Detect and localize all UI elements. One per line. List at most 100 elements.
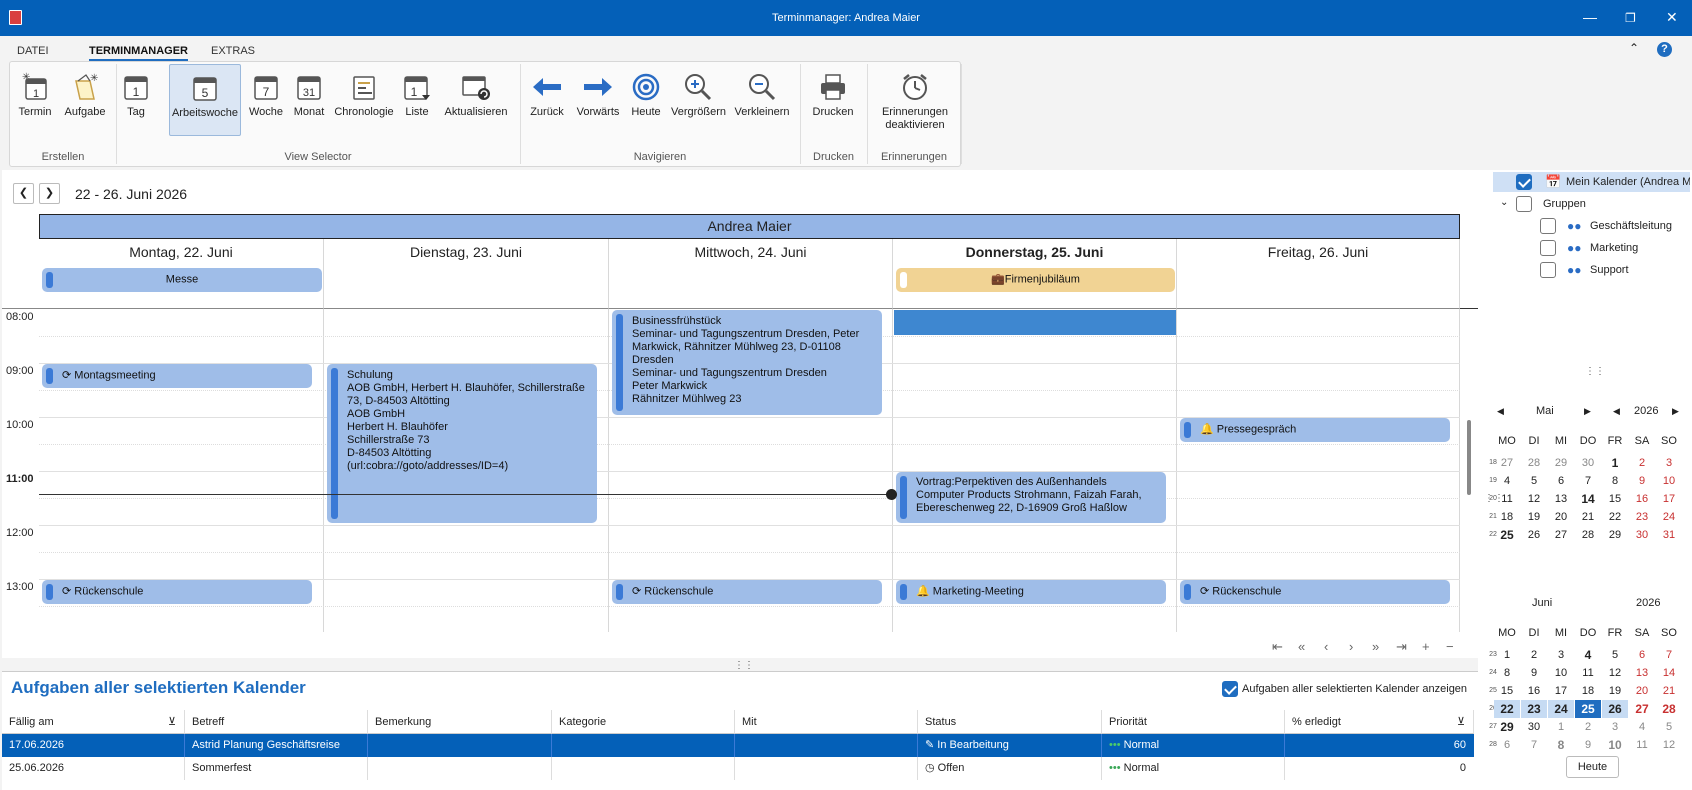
mini-day[interactable]: 22 xyxy=(1494,700,1520,718)
vergroessern-button[interactable]: Vergrößern xyxy=(671,64,726,136)
mini-day[interactable]: 9 xyxy=(1521,664,1547,682)
mini-day[interactable]: 2 xyxy=(1629,454,1655,472)
day-header-donnerstag[interactable]: Donnerstag, 25. Juni xyxy=(893,239,1177,265)
collapse-ribbon-icon[interactable]: ⌃ xyxy=(1629,41,1639,55)
appointment-rueckenschule[interactable]: ⟳ Rückenschule xyxy=(1180,580,1450,604)
next-month-icon[interactable]: ▶ xyxy=(1584,406,1591,417)
table-row[interactable]: 17.06.2026 Astrid Planung Geschäftsreise… xyxy=(2,734,1474,757)
mini-day[interactable]: 13 xyxy=(1548,490,1574,508)
zurueck-button[interactable]: Zurück xyxy=(528,64,566,136)
day-header-montag[interactable]: Montag, 22. Juni xyxy=(39,239,324,265)
mini-day[interactable]: 2 xyxy=(1575,718,1601,736)
mini-day[interactable]: 21 xyxy=(1656,682,1682,700)
verkleinern-button[interactable]: Verkleinern xyxy=(733,64,791,136)
next-year-icon[interactable]: ▶ xyxy=(1672,406,1679,417)
mini-day[interactable]: 9 xyxy=(1629,472,1655,490)
column-status[interactable]: Status xyxy=(918,710,1102,734)
mini-day[interactable]: 25 xyxy=(1575,700,1601,718)
mini-day[interactable]: 13 xyxy=(1629,664,1655,682)
appointment-rueckenschule[interactable]: ⟳ Rückenschule xyxy=(612,580,882,604)
monat-button[interactable]: 31 Monat xyxy=(291,64,327,136)
mini-day[interactable]: 31 xyxy=(1656,526,1682,544)
mini-day[interactable]: 10 xyxy=(1548,664,1574,682)
mini-day[interactable]: 19 xyxy=(1521,508,1547,526)
arbeitswoche-button[interactable]: 5 Arbeitswoche xyxy=(169,64,241,136)
mini-day[interactable]: 2 xyxy=(1521,646,1547,664)
mini-day[interactable]: 20 xyxy=(1548,508,1574,526)
mini-day[interactable]: 23 xyxy=(1629,508,1655,526)
day-header-mittwoch[interactable]: Mittwoch, 24. Juni xyxy=(609,239,893,265)
mini-day[interactable]: 4 xyxy=(1494,472,1520,490)
mini-day[interactable]: 29 xyxy=(1602,526,1628,544)
mini-year-label[interactable]: 2026 xyxy=(1634,405,1658,417)
splitter-grip-icon[interactable]: ⋮⋮ xyxy=(734,660,754,671)
mini-day[interactable]: 27 xyxy=(1494,454,1520,472)
tree-item-marketing[interactable]: Marketing xyxy=(1590,238,1638,258)
selected-time-slot[interactable] xyxy=(894,310,1176,335)
help-icon[interactable]: ? xyxy=(1657,42,1672,57)
mini-day[interactable]: 18 xyxy=(1494,508,1520,526)
mini-day[interactable]: 26 xyxy=(1521,526,1547,544)
mini-day[interactable]: 1 xyxy=(1548,718,1574,736)
gruppen-checkbox[interactable] xyxy=(1516,196,1532,212)
mini-day[interactable]: 27 xyxy=(1629,700,1655,718)
drucken-button[interactable]: Drucken xyxy=(810,64,856,136)
mini-day[interactable]: 7 xyxy=(1575,472,1601,490)
day-header-freitag[interactable]: Freitag, 26. Juni xyxy=(1177,239,1460,265)
mini-day[interactable]: 6 xyxy=(1494,736,1520,754)
mini-day[interactable]: 30 xyxy=(1521,718,1547,736)
appointment-schulung[interactable]: Schulung AOB GmbH, Herbert H. Blauhöfer,… xyxy=(327,364,597,523)
mini-day[interactable]: 16 xyxy=(1629,490,1655,508)
today-button[interactable]: Heute xyxy=(1566,756,1619,778)
heute-button[interactable]: Heute xyxy=(629,64,663,136)
minimize-icon[interactable]: — xyxy=(1583,9,1597,25)
mini-day[interactable]: 5 xyxy=(1521,472,1547,490)
mini-day[interactable]: 5 xyxy=(1602,646,1628,664)
tab-terminmanager[interactable]: TERMINMANAGER xyxy=(89,45,188,61)
mini-day[interactable]: 14 xyxy=(1575,490,1601,508)
prev-page-fast-icon[interactable]: « xyxy=(1298,639,1305,654)
mini-day[interactable]: 26 xyxy=(1602,700,1628,718)
remove-icon[interactable]: − xyxy=(1446,639,1454,654)
tab-extras[interactable]: EXTRAS xyxy=(211,45,255,57)
mini-day[interactable]: 28 xyxy=(1575,526,1601,544)
event-firmenjubilaeum[interactable]: 💼Firmenjubiläum xyxy=(896,268,1175,292)
mini-day[interactable]: 8 xyxy=(1548,736,1574,754)
mini-day[interactable]: 12 xyxy=(1602,664,1628,682)
mini-day[interactable]: 27 xyxy=(1548,526,1574,544)
mini-day[interactable]: 28 xyxy=(1521,454,1547,472)
woche-button[interactable]: 7 Woche xyxy=(246,64,286,136)
aufgabe-button[interactable]: ✳ Aufgabe xyxy=(60,64,110,136)
table-row[interactable]: 25.06.2026 Sommerfest ◷ Offen ••• Normal… xyxy=(2,757,1474,780)
mini-day[interactable]: 15 xyxy=(1602,490,1628,508)
mini-day[interactable]: 7 xyxy=(1521,736,1547,754)
erinnerungen-button[interactable]: Erinnerungen deaktivieren xyxy=(876,64,954,136)
mini-day[interactable]: 7 xyxy=(1656,646,1682,664)
prev-range-button[interactable]: ❮ xyxy=(13,183,34,204)
mini-day[interactable]: 11 xyxy=(1575,664,1601,682)
mini-day[interactable]: 6 xyxy=(1629,646,1655,664)
mini-day[interactable]: 23 xyxy=(1521,700,1547,718)
chronologie-button[interactable]: Chronologie xyxy=(333,64,395,136)
next-page-icon[interactable]: › xyxy=(1349,639,1353,654)
appointment-vortrag[interactable]: Vortrag:Perpektiven des Außenhandels Com… xyxy=(896,472,1166,523)
mini-day[interactable]: 12 xyxy=(1521,490,1547,508)
liste-button[interactable]: 1 Liste xyxy=(400,64,434,136)
mini-day[interactable]: 14 xyxy=(1656,664,1682,682)
next-range-button[interactable]: ❯ xyxy=(39,183,60,204)
tag-button[interactable]: 1 Tag xyxy=(120,64,152,136)
mini-day[interactable]: 30 xyxy=(1629,526,1655,544)
restore-icon[interactable]: ❐ xyxy=(1625,11,1636,25)
mein-kalender-checkbox[interactable] xyxy=(1516,174,1532,190)
mini-day[interactable]: 11 xyxy=(1629,736,1655,754)
mini-day[interactable]: 18 xyxy=(1575,682,1601,700)
allday-cell[interactable] xyxy=(1177,265,1460,309)
column-erledigt[interactable]: % erledigt ⊻ xyxy=(1285,710,1474,734)
aktualisieren-button[interactable]: Aktualisieren xyxy=(444,64,508,136)
tab-datei[interactable]: DATEI xyxy=(17,45,49,57)
mini-day[interactable]: 20 xyxy=(1629,682,1655,700)
mini-day[interactable]: 22 xyxy=(1602,508,1628,526)
mini-day[interactable]: 6 xyxy=(1548,472,1574,490)
show-all-tasks-checkbox[interactable] xyxy=(1222,681,1238,697)
prev-page-icon[interactable]: ‹ xyxy=(1324,639,1328,654)
